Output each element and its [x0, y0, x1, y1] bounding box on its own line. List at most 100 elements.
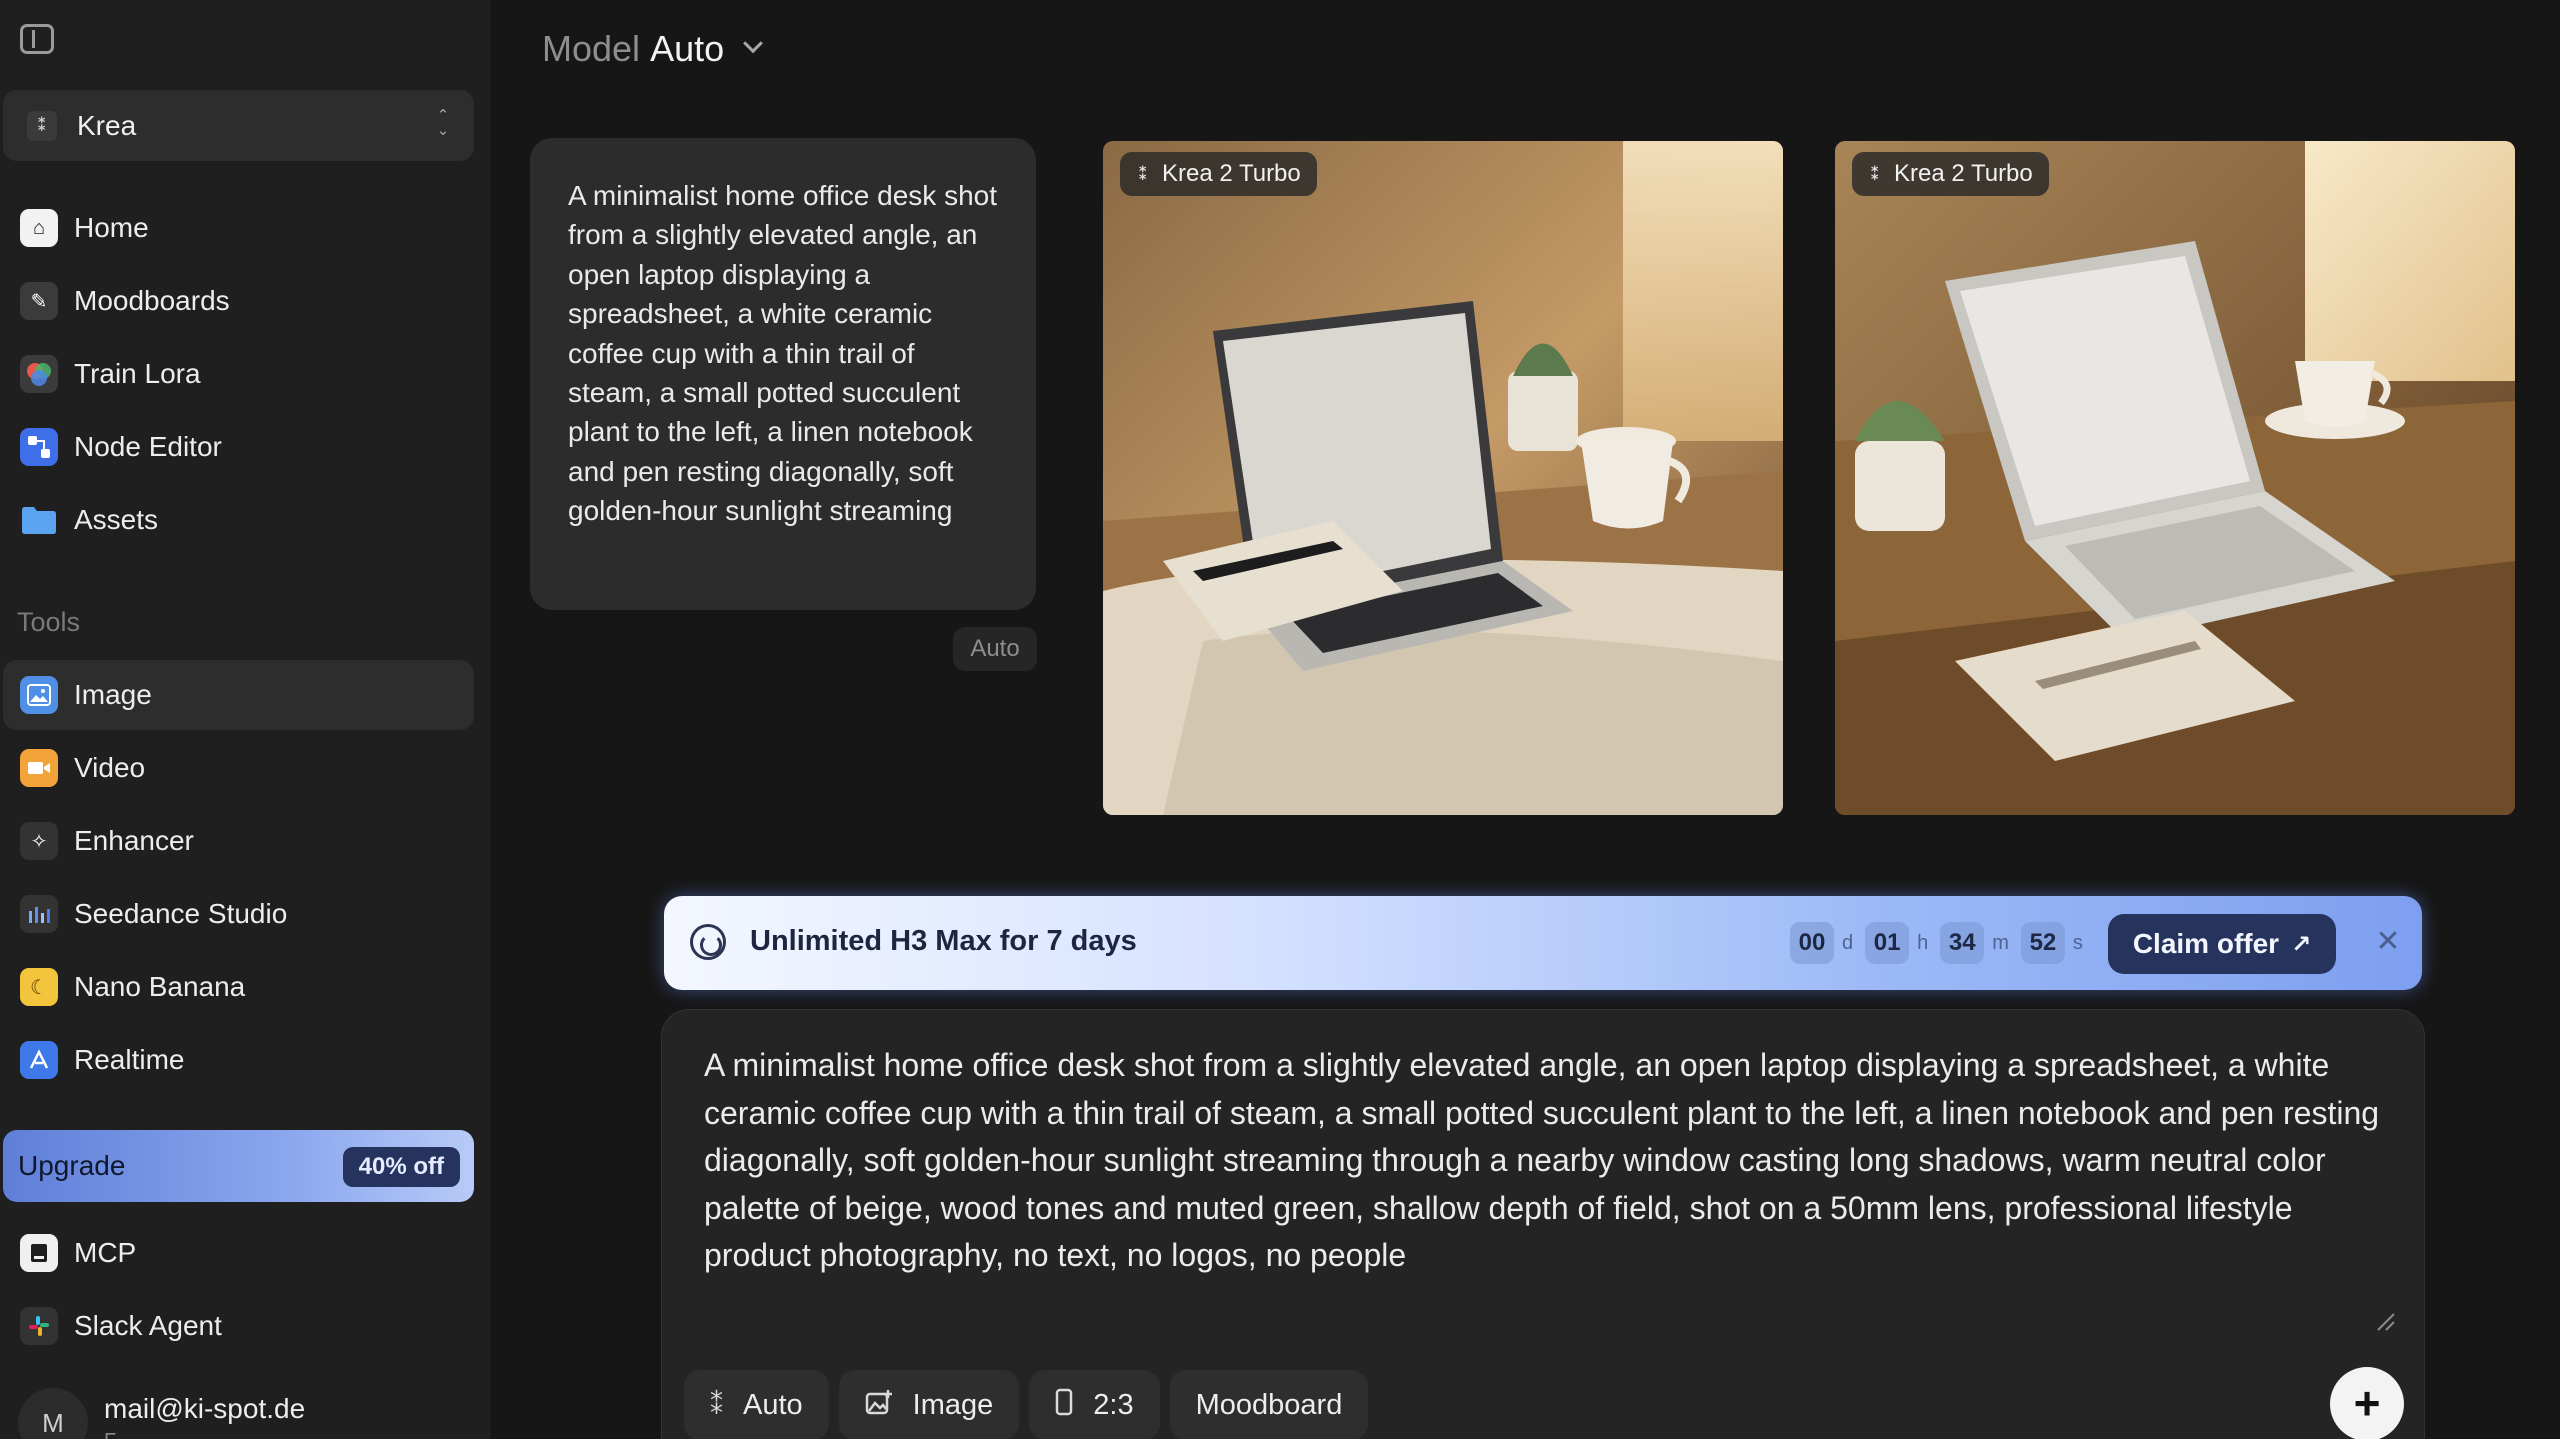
prompt-composer[interactable]: A minimalist home office desk shot from … — [661, 1009, 2425, 1439]
sidebar-item-label: Image — [74, 679, 152, 710]
sidebar-item-label: Train Lora — [74, 358, 201, 389]
countdown-unit: h — [1917, 931, 1929, 954]
model-chip: Auto — [953, 627, 1037, 671]
resize-handle-icon[interactable] — [2374, 1310, 2396, 1332]
model-prefix: Model — [542, 28, 641, 69]
generated-image — [1835, 141, 2515, 815]
sidebar-item-moodboards[interactable]: ✎ Moodboards — [3, 266, 474, 336]
sidebar-item-realtime[interactable]: Realtime — [3, 1025, 474, 1095]
claim-offer-button[interactable]: Claim offer ↗ — [2108, 914, 2336, 974]
sidebar-item-label: Assets — [74, 504, 159, 535]
home-icon: ⌂ — [20, 209, 58, 247]
prompt-input[interactable]: A minimalist home office desk shot from … — [704, 1042, 2394, 1280]
sidebar-item-slack-agent[interactable]: Slack Agent — [3, 1291, 474, 1361]
countdown-hours: 01 — [1865, 922, 1910, 964]
model-tag-label: Krea 2 Turbo — [1162, 160, 1301, 187]
upgrade-label: Upgrade — [18, 1150, 126, 1181]
spiral-icon — [690, 924, 726, 960]
model-selector[interactable]: Model Auto — [542, 28, 764, 70]
result-image-card[interactable]: ⁑ Krea 2 Turbo — [1835, 141, 2515, 815]
model-auto-button[interactable]: ⁑ Auto — [684, 1370, 829, 1439]
slack-icon — [20, 1307, 58, 1345]
image-icon — [20, 676, 58, 714]
close-icon[interactable]: ✕ — [2370, 924, 2406, 960]
krea-logo-icon: ⁑ — [1870, 164, 1880, 184]
image-mode-button[interactable]: Image — [838, 1370, 1020, 1439]
banana-icon: ☾ — [20, 968, 58, 1006]
sidebar-item-seedance-studio[interactable]: Seedance Studio — [3, 879, 474, 949]
image-plus-icon — [865, 1389, 893, 1422]
sidebar-item-label: Node Editor — [74, 431, 222, 462]
app-window: ⁑ Krea ⌃ ⌄ ⌂ Home ✎ Moodboards Train Lor… — [0, 0, 2560, 1439]
chip-label: Auto — [743, 1388, 803, 1421]
composer-toolbar: ⁑ Auto Image 2:3 Moodboard — [684, 1370, 1378, 1439]
upgrade-button[interactable]: Upgrade 40% off — [3, 1130, 474, 1202]
chip-label: Image — [912, 1388, 994, 1421]
countdown-unit: m — [1992, 931, 2009, 954]
moodboard-button[interactable]: Moodboard — [1169, 1370, 1369, 1439]
sidebar-item-label: Moodboards — [74, 285, 230, 316]
account-plan: F — [104, 1430, 116, 1439]
result-image-card[interactable]: ⁑ Krea 2 Turbo — [1103, 141, 1783, 815]
countdown-seconds: 52 — [2020, 922, 2065, 964]
avatar[interactable]: M — [18, 1388, 88, 1439]
generated-image — [1103, 141, 1783, 815]
promo-banner: Unlimited H3 Max for 7 days 00 d 01 h 34… — [664, 896, 2422, 990]
sidebar-item-image[interactable]: Image — [3, 660, 474, 730]
promo-title: Unlimited H3 Max for 7 days — [750, 925, 1137, 957]
sidebar-item-train-lora[interactable]: Train Lora — [3, 339, 474, 409]
sidebar-item-node-editor[interactable]: Node Editor — [3, 412, 474, 482]
countdown-unit: d — [1842, 931, 1854, 954]
sidebar-item-video[interactable]: Video — [3, 733, 474, 803]
seedance-icon — [20, 895, 58, 933]
discount-badge: 40% off — [342, 1147, 460, 1187]
arrow-up-right-icon: ↗ — [2291, 930, 2312, 958]
chip-label: Moodboard — [1195, 1388, 1343, 1421]
sidebar-item-home[interactable]: ⌂ Home — [3, 193, 474, 263]
model-tag-label: Krea 2 Turbo — [1894, 160, 2033, 187]
sidebar-item-label: Seedance Studio — [74, 898, 288, 929]
krea-logo-icon: ⁑ — [27, 110, 57, 141]
add-button[interactable]: + — [2330, 1367, 2404, 1439]
sidebar-toggle-icon[interactable] — [20, 24, 54, 54]
krea-logo-icon: ⁑ — [1138, 164, 1148, 184]
sidebar-item-enhancer[interactable]: ✧ Enhancer — [3, 806, 474, 876]
sidebar-item-label: Realtime — [74, 1044, 185, 1075]
aspect-ratio-icon — [1055, 1388, 1073, 1423]
train-lora-icon — [20, 355, 58, 393]
model-tag: ⁑ Krea 2 Turbo — [1120, 152, 1317, 196]
workspace-switcher[interactable]: ⁑ Krea ⌃ ⌄ — [3, 90, 474, 161]
countdown-timer: 00 d 01 h 34 m 52 s — [1790, 922, 2095, 964]
sidebar-item-assets[interactable]: Assets — [3, 485, 474, 555]
countdown-minutes: 34 — [1940, 922, 1985, 964]
tools-section-label: Tools — [17, 607, 81, 637]
sidebar: ⁑ Krea ⌃ ⌄ ⌂ Home ✎ Moodboards Train Lor… — [0, 0, 490, 1439]
folder-icon — [20, 501, 58, 539]
sidebar-item-label: MCP — [74, 1237, 137, 1268]
mcp-icon — [20, 1234, 58, 1272]
sidebar-item-nano-banana[interactable]: ☾ Nano Banana — [3, 952, 474, 1022]
account-email[interactable]: mail@ki-spot.de — [104, 1393, 305, 1425]
aspect-ratio-button[interactable]: 2:3 — [1029, 1370, 1160, 1439]
prompt-message: A minimalist home office desk shot from … — [530, 138, 1036, 610]
chevron-up-down-icon: ⌃ ⌄ — [436, 107, 450, 139]
countdown-days: 00 — [1790, 922, 1834, 964]
video-icon — [20, 749, 58, 787]
sidebar-item-label: Enhancer — [74, 825, 194, 856]
workspace-name: Krea — [77, 109, 137, 141]
sidebar-item-label: Nano Banana — [74, 971, 246, 1002]
realtime-icon — [20, 1041, 58, 1079]
krea-logo-icon: ⁑ — [710, 1389, 723, 1420]
model-tag: ⁑ Krea 2 Turbo — [1852, 152, 2049, 196]
moodboard-brush-icon: ✎ — [20, 282, 58, 320]
sidebar-item-label: Slack Agent — [74, 1310, 222, 1341]
chevron-down-icon — [743, 33, 764, 54]
enhancer-icon: ✧ — [20, 822, 58, 860]
sidebar-item-mcp[interactable]: MCP — [3, 1218, 474, 1288]
sidebar-item-label: Home — [74, 212, 149, 243]
countdown-unit: s — [2072, 931, 2083, 954]
model-value: Auto — [650, 28, 725, 69]
chip-label: 2:3 — [1093, 1388, 1134, 1421]
claim-offer-label: Claim offer — [2132, 928, 2280, 959]
node-editor-icon — [20, 428, 58, 466]
